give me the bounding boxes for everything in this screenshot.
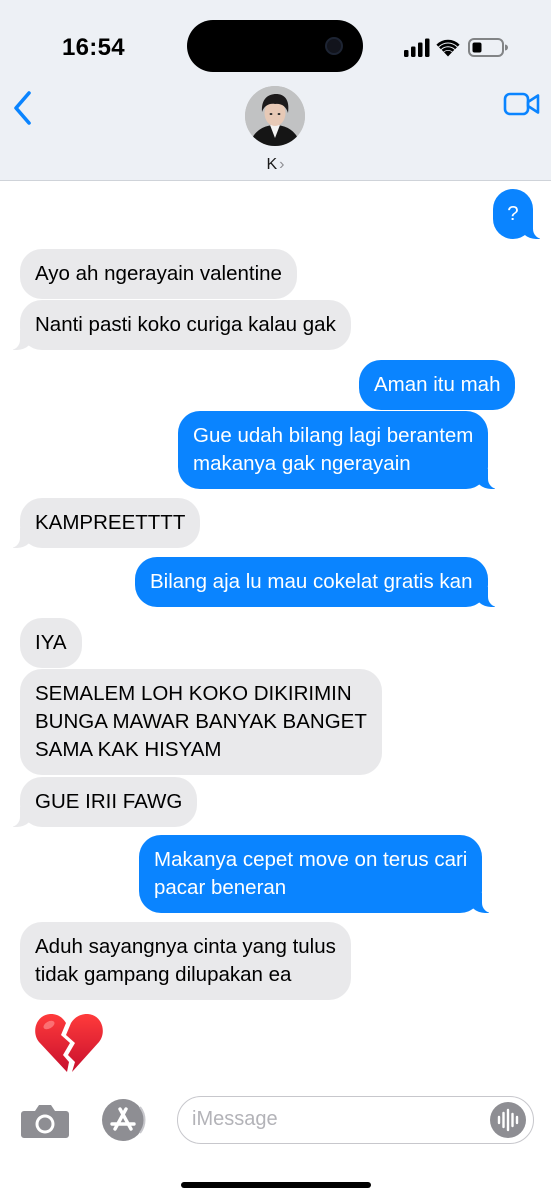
message-text: Ayo ah ngerayain valentine bbox=[35, 262, 282, 285]
message-line: tidak gampang dilupakan ea bbox=[35, 963, 292, 986]
message-input-container[interactable] bbox=[177, 1096, 534, 1144]
status-icons bbox=[404, 38, 508, 57]
contact-name-label: K bbox=[266, 156, 278, 173]
message-line: SEMALEM LOH KOKO DIKIRIMIN bbox=[35, 682, 352, 705]
facetime-video-button[interactable] bbox=[503, 90, 541, 120]
message-text: KAMPREETTTT bbox=[35, 511, 186, 534]
status-time: 16:54 bbox=[62, 34, 125, 61]
message-bubble-outgoing[interactable]: Bilang aja lu mau cokelat gratis kan bbox=[135, 557, 497, 607]
message-line: makanya gak ngerayain bbox=[193, 452, 411, 475]
camera-button[interactable] bbox=[20, 1102, 70, 1140]
message-bubble-outgoing[interactable]: Aman itu mah bbox=[359, 360, 516, 410]
contact-avatar[interactable] bbox=[245, 86, 305, 146]
message-bubble-incoming[interactable]: Nanti pasti koko curiga kalau gak bbox=[10, 300, 351, 350]
message-bubble-outgoing[interactable]: Makanya cepet move on terus cari pacar b… bbox=[139, 835, 493, 913]
app-store-icon bbox=[102, 1099, 146, 1141]
back-button[interactable] bbox=[8, 88, 38, 128]
audio-waveform-icon bbox=[497, 1108, 519, 1132]
message-text: Aman itu mah bbox=[374, 373, 501, 396]
conversation-header: 16:54 K › bbox=[0, 0, 551, 181]
message-line: Aduh sayangnya cinta yang tulus bbox=[35, 935, 336, 958]
message-text: GUE IRII FAWG bbox=[35, 790, 183, 813]
message-line: Makanya cepet move on terus cari bbox=[154, 848, 468, 871]
message-text: Nanti pasti koko curiga kalau gak bbox=[35, 313, 336, 336]
wifi-icon bbox=[436, 39, 460, 57]
message-bubble-incoming[interactable]: IYA bbox=[20, 618, 82, 668]
message-bubble-incoming[interactable]: GUE IRII FAWG bbox=[9, 777, 198, 827]
camera-icon bbox=[21, 1105, 69, 1138]
chevron-left-icon bbox=[14, 91, 31, 125]
chevron-right-icon: › bbox=[279, 156, 285, 173]
dynamic-island bbox=[187, 20, 363, 72]
contact-name[interactable]: K › bbox=[0, 156, 551, 174]
message-bubble-incoming[interactable]: SEMALEM LOH KOKO DIKIRIMIN BUNGA MAWAR B… bbox=[20, 669, 382, 775]
message-line: Gue udah bilang lagi berantem bbox=[193, 424, 474, 447]
message-text: IYA bbox=[35, 631, 67, 654]
message-bubble-incoming[interactable]: KAMPREETTTT bbox=[9, 498, 201, 548]
message-text: Bilang aja lu mau cokelat gratis kan bbox=[150, 570, 473, 593]
message-line: SAMA KAK HISYAM bbox=[35, 738, 222, 761]
audio-message-button[interactable] bbox=[490, 1102, 526, 1138]
message-bubble-outgoing[interactable]: Gue udah bilang lagi berantem makanya ga… bbox=[178, 411, 499, 489]
message-line: pacar beneran bbox=[154, 876, 287, 899]
message-bubble-incoming[interactable]: Aduh sayangnya cinta yang tulus tidak ga… bbox=[20, 922, 351, 1000]
battery-icon bbox=[468, 38, 508, 57]
video-camera-icon bbox=[503, 92, 540, 116]
signal-icon bbox=[404, 38, 430, 57]
message-bubble-outgoing[interactable]: ? bbox=[493, 189, 543, 239]
message-bubble-incoming[interactable]: Ayo ah ngerayain valentine bbox=[20, 249, 297, 299]
message-input[interactable] bbox=[192, 1097, 472, 1142]
message-text: ? bbox=[507, 202, 519, 225]
apps-button[interactable] bbox=[96, 1098, 150, 1142]
message-line: BUNGA MAWAR BANYAK BANGET bbox=[35, 710, 367, 733]
home-indicator[interactable] bbox=[181, 1182, 371, 1188]
broken-heart-icon[interactable] bbox=[34, 1010, 104, 1076]
